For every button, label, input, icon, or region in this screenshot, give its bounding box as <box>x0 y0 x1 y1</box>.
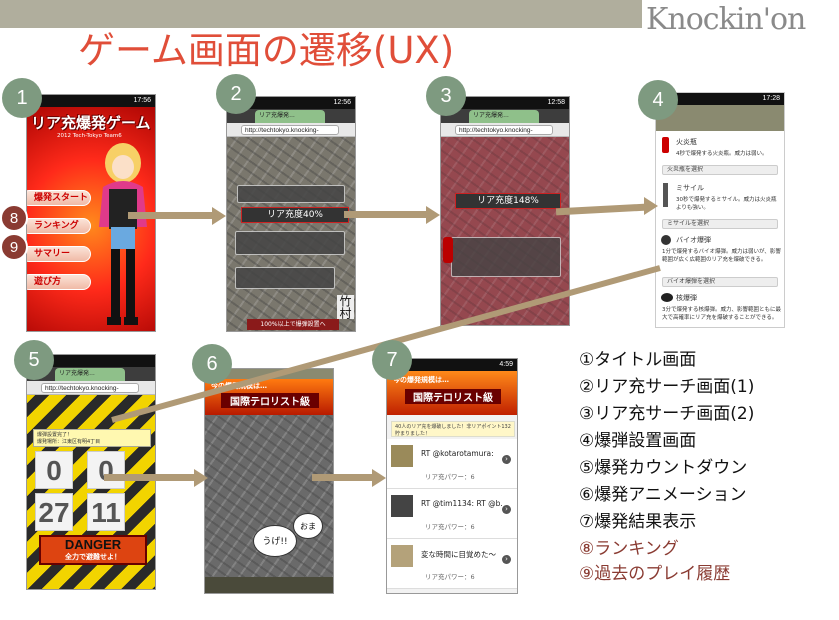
legend-item-8: ⑧ランキング <box>579 539 679 559</box>
legend-item-5: ⑤爆発カウントダウン <box>579 458 748 478</box>
arrow-head <box>372 469 386 487</box>
step-marker-5: 5 <box>14 340 54 380</box>
slide: Knockin'on ゲーム画面の遷移(UX) 17:56 リア充爆発ゲーム 2… <box>0 0 839 620</box>
legend-item-2: ②リア充サーチ画面(1) <box>579 377 755 397</box>
step-marker-1: 1 <box>2 78 42 118</box>
flow-arrow <box>312 474 374 481</box>
step-marker-2: 2 <box>216 74 256 114</box>
legend-item-9: ⑨過去のプレイ履歴 <box>579 564 731 584</box>
step-marker-9: 9 <box>0 233 28 261</box>
legend-item-3: ③リア充サーチ画面(2) <box>579 404 755 424</box>
legend-item-4: ④爆弾設置画面 <box>579 431 697 451</box>
flow-arrow <box>104 474 196 481</box>
flow-arrow-long <box>111 265 661 423</box>
step-marker-7: 7 <box>372 340 412 380</box>
step-marker-3: 3 <box>426 76 466 116</box>
arrow-head <box>194 469 208 487</box>
step-marker-6: 6 <box>192 344 232 384</box>
step-marker-8: 8 <box>0 204 28 232</box>
legend-item-7: ⑦爆発結果表示 <box>579 512 697 532</box>
step-marker-4: 4 <box>638 80 678 120</box>
legend-item-6: ⑥爆発アニメーション <box>579 485 747 505</box>
legend-item-1: ①タイトル画面 <box>579 350 697 370</box>
